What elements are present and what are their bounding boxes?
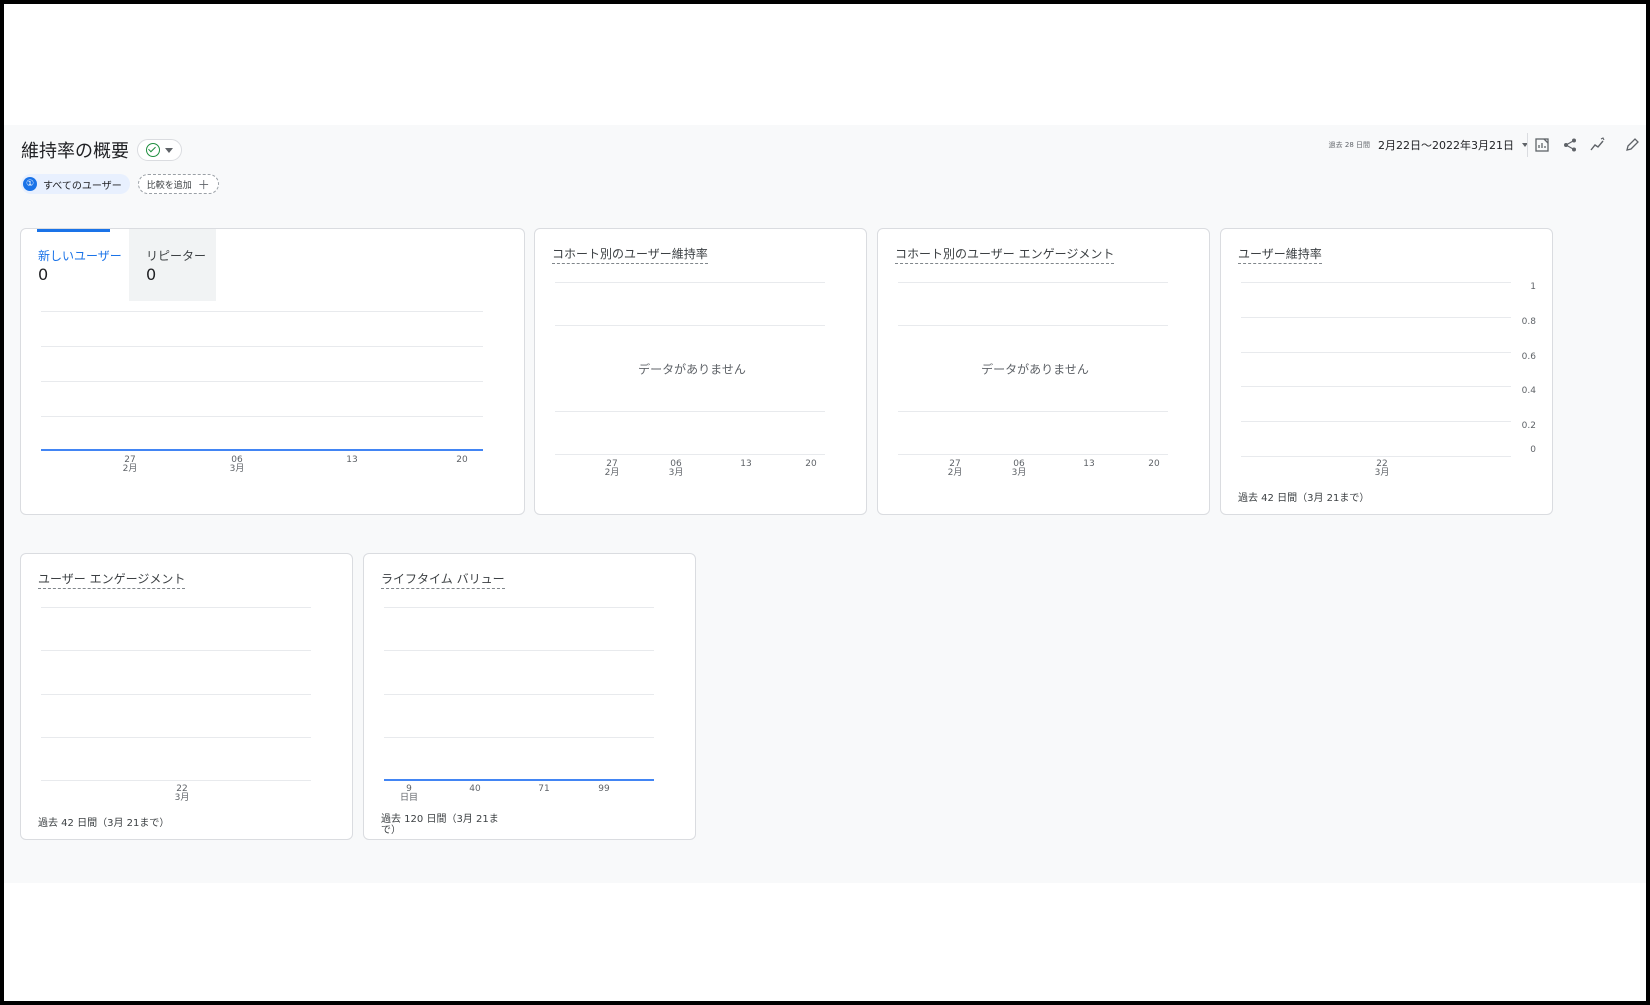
x-tick: 13 <box>1083 459 1095 469</box>
x-tick: 06 3月 <box>229 455 245 474</box>
gridline <box>41 416 483 417</box>
gridline <box>1241 282 1511 283</box>
x-tick: 27 2月 <box>604 459 620 478</box>
gridline <box>898 282 1168 283</box>
y-tick: 1 <box>1530 282 1536 292</box>
gridline <box>1241 421 1511 422</box>
metric-value: 0 <box>146 265 157 284</box>
gridline <box>384 694 654 695</box>
gridline <box>41 607 311 608</box>
gridline <box>384 737 654 738</box>
card-new-vs-returning-users: 新しいユーザー 0 リピーター 0 27 2月 06 3月 13 20 <box>20 228 525 515</box>
x-tick: 06 3月 <box>1011 459 1027 478</box>
gridline <box>384 607 654 608</box>
page-title: 維持率の概要 <box>21 141 129 162</box>
card-cohort-engagement: コホート別のユーザー エンゲージメント データがありません 27 2月 06 3月 … <box>877 228 1210 515</box>
card-footer: 過去 42 日間（3月 21まで） <box>38 818 170 829</box>
series-line-ltv <box>384 779 654 781</box>
series-line-new-users <box>41 449 483 451</box>
card-cohort-retention: コホート別のユーザー維持率 データがありません 27 2月 06 3月 13 20 <box>534 228 867 515</box>
x-tick: 20 <box>456 455 468 465</box>
tab-label: 新しいユーザー <box>38 249 122 263</box>
toolbar-divider <box>1527 133 1528 157</box>
x-tick: 13 <box>346 455 358 465</box>
gridline <box>555 325 825 326</box>
gridline <box>41 780 311 781</box>
share-icon[interactable] <box>1560 135 1580 155</box>
segment-label: すべてのユーザー <box>43 180 122 192</box>
card-footer: 過去 42 日間（3月 21まで） <box>1238 493 1370 504</box>
gridline <box>41 650 311 651</box>
gridline <box>898 454 1168 455</box>
gridline <box>555 411 825 412</box>
tab-label: リピーター <box>146 249 207 263</box>
x-tick: 20 <box>1148 459 1160 469</box>
card-title[interactable]: コホート別のユーザー維持率 <box>552 245 708 264</box>
gridline <box>41 694 311 695</box>
date-range-picker[interactable]: 過去 28 日間 2月22日～2022年3月21日 <box>1329 133 1528 157</box>
x-tick: 99 <box>598 784 610 794</box>
plus-icon: ＋ <box>197 177 210 192</box>
card-user-engagement: ユーザー エンゲージメント 22 3月 過去 42 日間（3月 21まで） <box>20 553 353 840</box>
card-user-retention: ユーザー維持率 1 0.8 0.6 0.4 0.2 0 22 3月 過去 42 日… <box>1220 228 1553 515</box>
card-title[interactable]: ライフタイム バリュー <box>381 570 505 589</box>
card-title[interactable]: コホート別のユーザー エンゲージメント <box>895 245 1115 264</box>
x-tick: 40 <box>469 784 481 794</box>
retention-overview-page: 維持率の概要 ① すべてのユーザー 比較を追加 ＋ 過去 28 日間 2月22日… <box>4 125 1646 883</box>
gridline <box>1241 317 1511 318</box>
screen: 維持率の概要 ① すべてのユーザー 比較を追加 ＋ 過去 28 日間 2月22日… <box>4 4 1646 1001</box>
check-icon <box>146 143 160 157</box>
y-tick: 0.8 <box>1521 317 1536 327</box>
card-title[interactable]: ユーザー エンゲージメント <box>38 570 186 589</box>
customize-report-icon[interactable] <box>1532 135 1552 155</box>
gridline <box>898 411 1168 412</box>
segment-chip-all-users[interactable]: ① すべてのユーザー <box>21 174 130 194</box>
segment-number-badge: ① <box>23 177 37 191</box>
gridline <box>41 737 311 738</box>
gridline <box>384 650 654 651</box>
y-tick: 0.2 <box>1521 421 1536 431</box>
x-tick: 20 <box>805 459 817 469</box>
x-tick: 27 2月 <box>122 455 138 474</box>
x-tick: 27 2月 <box>947 459 963 478</box>
gridline <box>1241 456 1511 457</box>
add-comparison-button[interactable]: 比較を追加 ＋ <box>137 174 219 194</box>
report-toolbar <box>1532 133 1608 157</box>
metric-value: 0 <box>38 265 49 284</box>
tab-new-users[interactable]: 新しいユーザー 0 <box>21 229 129 301</box>
title-row: 維持率の概要 <box>21 135 182 165</box>
add-comparison-label: 比較を追加 <box>146 180 192 191</box>
gridline <box>555 454 825 455</box>
x-tick: 06 3月 <box>668 459 684 478</box>
caret-down-icon <box>165 147 173 153</box>
gridline <box>41 381 483 382</box>
gridline <box>555 282 825 283</box>
y-tick: 0.6 <box>1521 352 1536 362</box>
card-lifetime-value: ライフタイム バリュー 9 日目 40 71 99 過去 120 日間（3月 21… <box>363 553 696 840</box>
x-tick: 71 <box>538 784 550 794</box>
tab-returning-users[interactable]: リピーター 0 <box>129 229 216 301</box>
gridline <box>41 311 483 312</box>
date-range-preset: 過去 28 日間 <box>1328 141 1370 149</box>
card-title[interactable]: ユーザー維持率 <box>1238 245 1322 264</box>
comparison-chips: ① すべてのユーザー 比較を追加 ＋ <box>21 174 219 194</box>
x-tick: 9 日目 <box>399 784 419 803</box>
no-data-message: データがありません <box>981 362 1089 377</box>
date-range-value: 2月22日～2022年3月21日 <box>1378 139 1514 152</box>
no-data-message: データがありません <box>638 362 746 377</box>
gridline <box>1241 386 1511 387</box>
edit-icon[interactable] <box>1622 135 1642 155</box>
gridline <box>41 346 483 347</box>
y-tick: 0 <box>1530 445 1536 455</box>
y-tick: 0.4 <box>1521 386 1536 396</box>
gridline <box>898 325 1168 326</box>
x-tick: 22 3月 <box>174 784 190 803</box>
x-tick: 13 <box>740 459 752 469</box>
report-status-dropdown[interactable] <box>137 139 182 161</box>
card-footer: 過去 120 日間（3月 21ま で） <box>381 814 499 836</box>
x-tick: 22 3月 <box>1374 459 1390 478</box>
gridline <box>1241 352 1511 353</box>
insights-icon[interactable] <box>1588 135 1608 155</box>
